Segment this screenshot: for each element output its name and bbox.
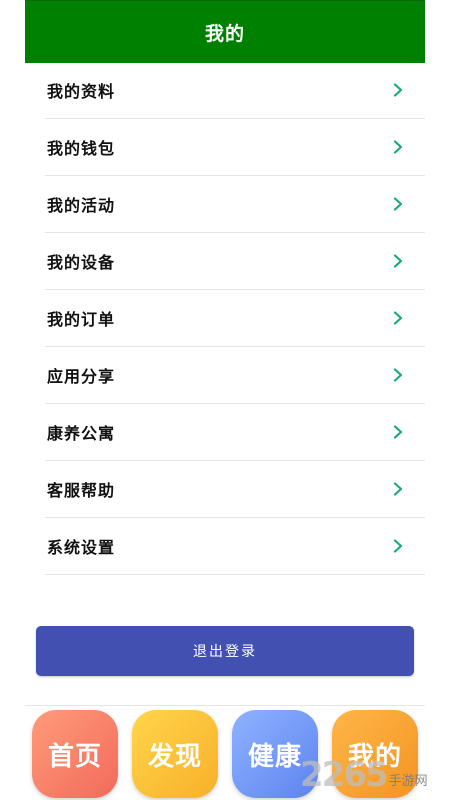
app-header: 我的 [25,0,425,63]
menu-item-label: 康养公寓 [47,424,116,443]
chevron-right-icon [383,303,413,333]
menu-item-label: 应用分享 [47,367,116,386]
page-title: 我的 [204,22,245,45]
menu-item-label: 系统设置 [47,538,116,557]
menu-item-senior-apartment[interactable]: 康养公寓 [45,404,425,461]
menu-item-label: 我的钱包 [47,139,116,158]
chevron-right-icon [383,474,413,504]
menu-item-label: 我的设备 [47,253,116,272]
tab-discover[interactable]: 发现 [132,710,218,798]
menu-item-label: 我的订单 [47,310,116,329]
chevron-right-icon [383,132,413,162]
chevron-right-icon [383,360,413,390]
menu-item-app-share[interactable]: 应用分享 [45,347,425,404]
chevron-right-icon [383,417,413,447]
menu-item-label: 客服帮助 [47,481,116,500]
menu-item-system-settings[interactable]: 系统设置 [45,518,425,575]
menu-item-orders[interactable]: 我的订单 [45,290,425,347]
menu-item-label: 我的资料 [47,82,116,101]
settings-menu: 我的资料 我的钱包 我的活动 我的设备 我的订单 应用分享 康养公寓 客服帮助 … [45,62,425,575]
tab-home[interactable]: 首页 [32,710,118,798]
chevron-right-icon [383,246,413,276]
tabbar-divider [25,705,425,706]
logout-button[interactable]: 退出登录 [36,626,414,676]
chevron-right-icon [383,189,413,219]
chevron-right-icon [383,75,413,105]
chevron-right-icon [383,531,413,561]
menu-item-activities[interactable]: 我的活动 [45,176,425,233]
tab-mine[interactable]: 我的 [332,710,418,798]
tab-health[interactable]: 健康 [232,710,318,798]
menu-item-label: 我的活动 [47,196,116,215]
menu-item-devices[interactable]: 我的设备 [45,233,425,290]
menu-item-wallet[interactable]: 我的钱包 [45,119,425,176]
menu-item-customer-help[interactable]: 客服帮助 [45,461,425,518]
menu-item-profile[interactable]: 我的资料 [45,62,425,119]
